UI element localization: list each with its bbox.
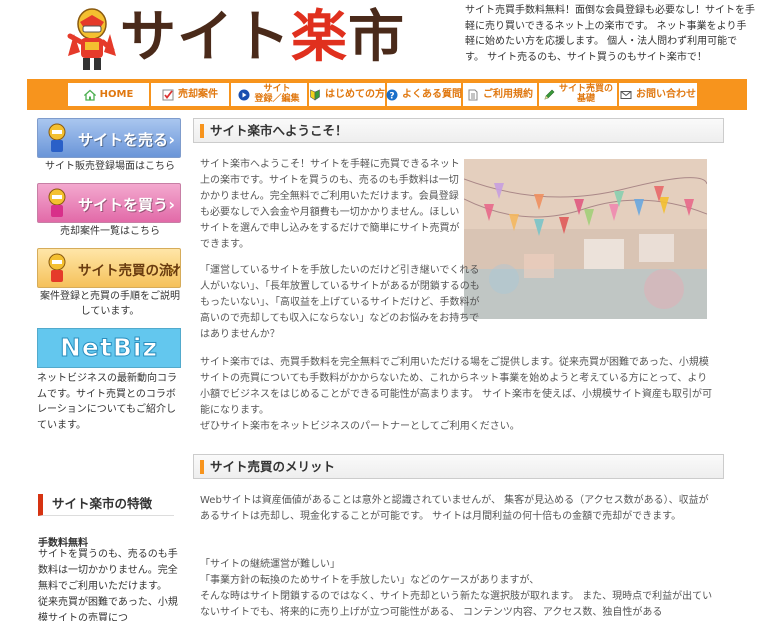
buy-site-label: サイトを買う bbox=[78, 196, 169, 214]
nav-item-register[interactable]: サイト 登録／編集 bbox=[231, 83, 307, 106]
mail-icon bbox=[620, 90, 632, 99]
welcome-paragraph-3: サイト楽市では、売買手数料を完全無料でご利用いただける場をご提供します。従来売買… bbox=[200, 357, 712, 432]
sell-site-button[interactable]: サイトを売る › bbox=[37, 118, 181, 158]
section-title-text: サイト売買のメリット bbox=[200, 460, 335, 474]
nav-item-contact[interactable]: お問い合わせ bbox=[619, 83, 697, 106]
buy-site-button[interactable]: サイトを買う › bbox=[37, 183, 181, 223]
nav-label: はじめての方 bbox=[325, 88, 385, 100]
play-circle-icon bbox=[238, 89, 250, 100]
nav-item-listings[interactable]: 売却案件 bbox=[151, 83, 229, 106]
nav-label: よくある質問 bbox=[402, 88, 462, 100]
svg-text:?: ? bbox=[389, 91, 394, 101]
site-logo[interactable]: サイト楽市 bbox=[66, 5, 426, 72]
chevron-right-icon: › bbox=[168, 130, 175, 149]
feature-body-text: サイトを買うのも、売るのも手数料は一切かかりません。完全無料でご利用いただけます… bbox=[38, 549, 178, 621]
logo-text-part: サイト bbox=[120, 5, 291, 70]
nav-label-line: 基礎 bbox=[577, 93, 596, 104]
header-intro-text: サイト売買手数料無料！面倒な会員登録も必要なし！サイトを手軽に売り買いできるネッ… bbox=[465, 5, 755, 63]
nav-label: お問い合わせ bbox=[636, 88, 696, 100]
document-icon bbox=[468, 89, 478, 100]
chevron-right-icon: › bbox=[168, 195, 175, 214]
nav-label-line: 登録／編集 bbox=[254, 93, 300, 104]
mascot-icon bbox=[48, 188, 66, 217]
nav-label: 売却案件 bbox=[178, 88, 218, 100]
netbiz-logo-text: NetBiz bbox=[59, 333, 159, 363]
beginner-mark-icon bbox=[310, 89, 320, 101]
section-title-text: サイト楽市へようこそ！ bbox=[200, 124, 348, 138]
logo-text-part: 市 bbox=[348, 5, 405, 70]
sell-site-caption[interactable]: サイト販売登録場面はこちら bbox=[37, 159, 183, 174]
nav-item-faq[interactable]: ? よくある質問 bbox=[386, 83, 462, 106]
chevron-right-icon: › bbox=[168, 260, 175, 279]
trade-flow-button[interactable]: サイト売買の流れ › bbox=[37, 248, 181, 288]
pencil-icon bbox=[544, 89, 555, 99]
welcome-section-title: サイト楽市へようこそ！ bbox=[193, 118, 724, 143]
netbiz-caption[interactable]: ネットビジネスの最新動向コラムです。サイト売買とのコラボレーションについてもご紹… bbox=[37, 371, 183, 433]
nav-label-two-line: サイト 登録／編集 bbox=[254, 84, 300, 104]
welcome-paragraph-2: 「運営しているサイトを手放したいのだけど引き継いでくれる人がいない」、「長年放置… bbox=[200, 265, 480, 340]
trade-flow-caption[interactable]: 案件登録と売買の手順をご説明しています。 bbox=[37, 289, 183, 319]
nav-item-home[interactable]: HOME bbox=[68, 83, 149, 106]
checklist-icon bbox=[162, 89, 174, 100]
nav-label: HOME bbox=[99, 88, 134, 100]
sell-site-label: サイトを売る bbox=[78, 131, 169, 149]
hero-mascot-icon bbox=[67, 8, 116, 70]
site-header: サイト楽市 サイト売買手数料無料！面倒な会員登録も必要なし！サイトを手軽に売り買… bbox=[0, 0, 767, 80]
question-icon: ? bbox=[386, 89, 398, 101]
logo-text-part: 楽 bbox=[291, 5, 348, 70]
netbiz-banner[interactable]: NetBiz bbox=[37, 328, 181, 368]
hanging-garland-photo bbox=[464, 159, 707, 319]
welcome-paragraph-1: サイト楽市へようこそ！サイトを手軽に売買できるネット上の楽市です。サイトを買うの… bbox=[200, 159, 460, 250]
home-icon bbox=[83, 89, 96, 101]
nav-item-basics[interactable]: サイト売買の 基礎 bbox=[539, 83, 617, 106]
feature-section-title: サイト楽市の特徴 bbox=[38, 494, 174, 516]
merit-paragraph-1: Webサイトは資産価値があることは意外と認識されていませんが、 集客が見込める（… bbox=[200, 495, 709, 522]
buy-site-caption[interactable]: 売却案件一覧はこちら bbox=[37, 224, 183, 239]
logo-text: サイト楽市 bbox=[120, 2, 405, 74]
mascot-icon bbox=[48, 123, 66, 152]
nav-label-two-line: サイト売買の 基礎 bbox=[559, 84, 613, 104]
sidebar: サイトを売る › サイト販売登録場面はこちら サイトを買う › 売却案件一覧はこ… bbox=[37, 118, 183, 433]
nav-label: ご利用規約 bbox=[483, 88, 533, 100]
photo-image bbox=[464, 159, 707, 319]
mascot-icon bbox=[48, 253, 66, 282]
nav-item-terms[interactable]: ご利用規約 bbox=[463, 83, 537, 106]
merit-paragraph-2: 「サイトの継続運営が難しい」 「事業方針の転換のためサイトを手放したい」などのケ… bbox=[200, 559, 713, 618]
merit-section-title: サイト売買のメリット bbox=[193, 454, 724, 479]
trade-flow-label: サイト売買の流れ bbox=[78, 263, 181, 279]
nav-item-beginner[interactable]: はじめての方 bbox=[309, 83, 385, 106]
global-nav: HOME 売却案件 サイト 登録／編集 はじめての方 ? よくある質問 ご利用規約… bbox=[27, 79, 747, 110]
